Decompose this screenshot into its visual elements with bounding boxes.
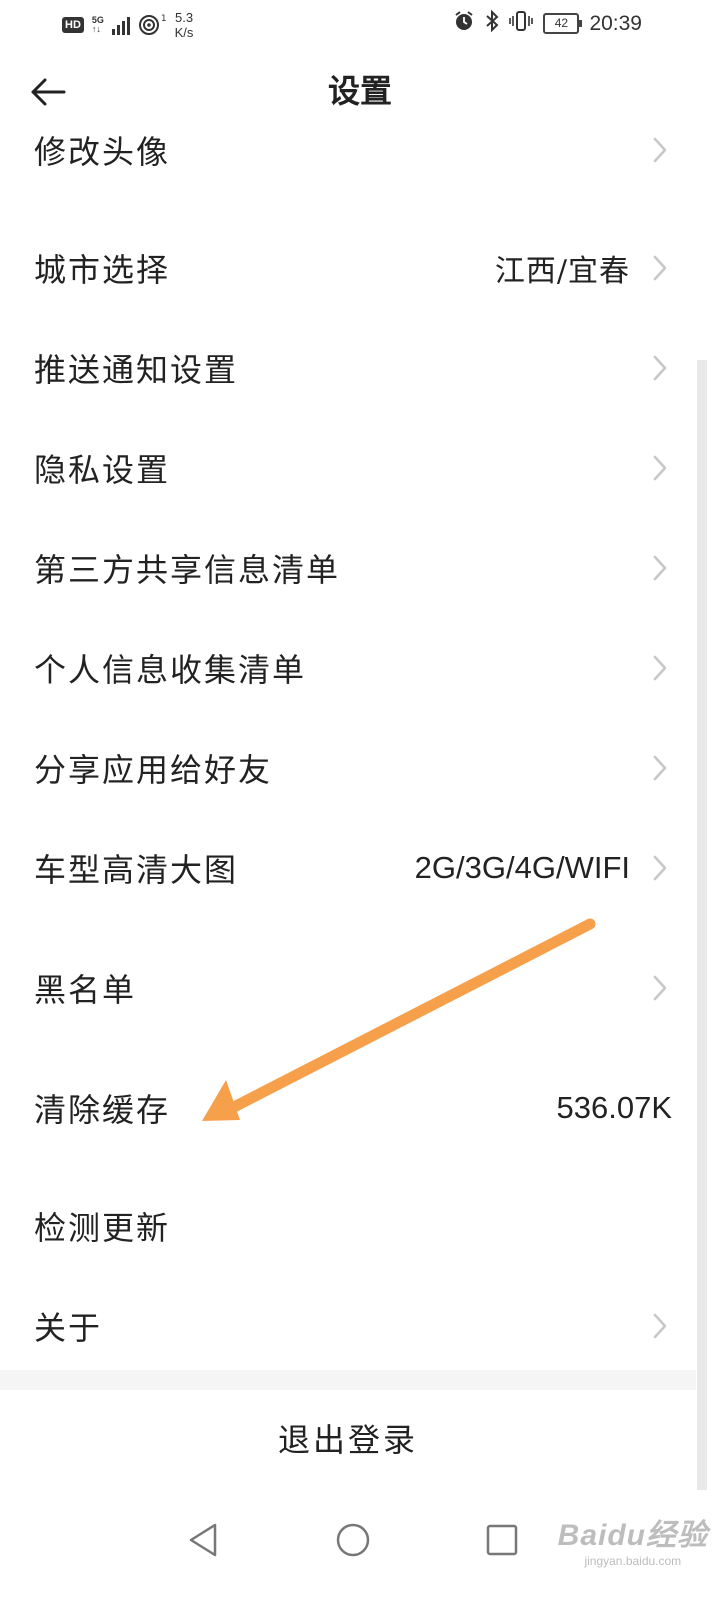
- chevron-right-icon: [652, 854, 668, 882]
- settings-row-label: 清除缓存: [34, 1091, 171, 1129]
- settings-row[interactable]: 车型高清大图 2G/3G/4G/WIFI: [0, 818, 696, 918]
- settings-row[interactable]: 黑名单: [0, 938, 696, 1038]
- chevron-right-icon: [652, 974, 668, 1002]
- settings-row[interactable]: 分享应用给好友: [0, 718, 696, 818]
- network-activity-icon: ↑↓: [91, 24, 101, 34]
- section-divider: [0, 1370, 696, 1390]
- nav-home-icon[interactable]: [331, 1518, 375, 1562]
- settings-row[interactable]: 城市选择 江西/宜春: [0, 218, 696, 318]
- settings-row-label: 车型高清大图: [34, 851, 239, 889]
- settings-row-value: 江西/宜春: [494, 254, 630, 289]
- settings-row[interactable]: 检测更新: [0, 1176, 696, 1276]
- settings-row[interactable]: 推送通知设置: [0, 318, 696, 418]
- settings-row-label: 修改头像: [34, 133, 171, 171]
- clock: 20:39: [589, 11, 642, 35]
- settings-row-value: 536.07K: [556, 1090, 673, 1125]
- scrollbar[interactable]: [697, 360, 707, 1490]
- baidu-watermark: Baidu经验 jingyan.baidu.com: [558, 1510, 708, 1568]
- hotspot-icon: 1: [138, 14, 167, 36]
- status-right: 42 20:39: [453, 9, 642, 37]
- vibrate-icon: [509, 10, 534, 37]
- chevron-right-icon: [652, 254, 668, 282]
- status-left: HD 5G ↑↓ 1 5.3 K/s: [62, 10, 193, 40]
- hd-badge: HD: [62, 17, 84, 33]
- watermark-logo: Baidu经验: [557, 1519, 708, 1552]
- settings-row-label: 关于: [34, 1309, 103, 1347]
- settings-row-label: 隐私设置: [34, 451, 171, 489]
- speed-value: 5.3: [175, 10, 194, 25]
- settings-row[interactable]: 修改头像: [0, 100, 696, 200]
- status-bar: HD 5G ↑↓ 1 5.3 K/s 42 20:39: [0, 0, 720, 50]
- watermark-url: jingyan.baidu.com: [584, 1554, 682, 1568]
- settings-row-label: 推送通知设置: [34, 351, 239, 389]
- nav-back-icon[interactable]: [182, 1518, 226, 1562]
- chevron-right-icon: [652, 454, 668, 482]
- chevron-right-icon: [652, 554, 668, 582]
- bluetooth-icon: [485, 9, 499, 37]
- settings-row-value: 2G/3G/4G/WIFI: [414, 850, 630, 885]
- navigation-bar: Baidu经验 jingyan.baidu.com: [0, 1490, 720, 1600]
- logout-button[interactable]: 退出登录: [0, 1390, 696, 1490]
- alarm-icon: [453, 10, 475, 37]
- battery-icon: 42: [543, 13, 583, 34]
- settings-row[interactable]: 清除缓存 536.07K: [0, 1058, 696, 1158]
- nav-recents-icon[interactable]: [480, 1518, 524, 1562]
- settings-row-label: 黑名单: [34, 971, 137, 1009]
- network-speed: 5.3 K/s: [175, 10, 194, 40]
- settings-row-label: 个人信息收集清单: [34, 651, 307, 689]
- chevron-right-icon: [652, 136, 668, 164]
- chevron-right-icon: [652, 654, 668, 682]
- settings-row[interactable]: 隐私设置: [0, 418, 696, 518]
- signal-strength-icon: [111, 15, 130, 35]
- settings-row-label: 城市选择: [34, 251, 171, 289]
- chevron-right-icon: [652, 754, 668, 782]
- settings-row-label: 第三方共享信息清单: [34, 551, 341, 589]
- network-type: 5G ↑↓: [92, 16, 104, 34]
- settings-row-label: 分享应用给好友: [34, 751, 273, 789]
- settings-row-label: 检测更新: [34, 1209, 171, 1247]
- speed-unit: K/s: [174, 25, 194, 40]
- chevron-right-icon: [652, 354, 668, 382]
- hotspot-count: 1: [160, 14, 167, 24]
- settings-row[interactable]: 关于: [0, 1276, 696, 1376]
- settings-row[interactable]: 个人信息收集清单: [0, 618, 696, 718]
- settings-row[interactable]: 第三方共享信息清单: [0, 518, 696, 618]
- chevron-right-icon: [652, 1312, 668, 1340]
